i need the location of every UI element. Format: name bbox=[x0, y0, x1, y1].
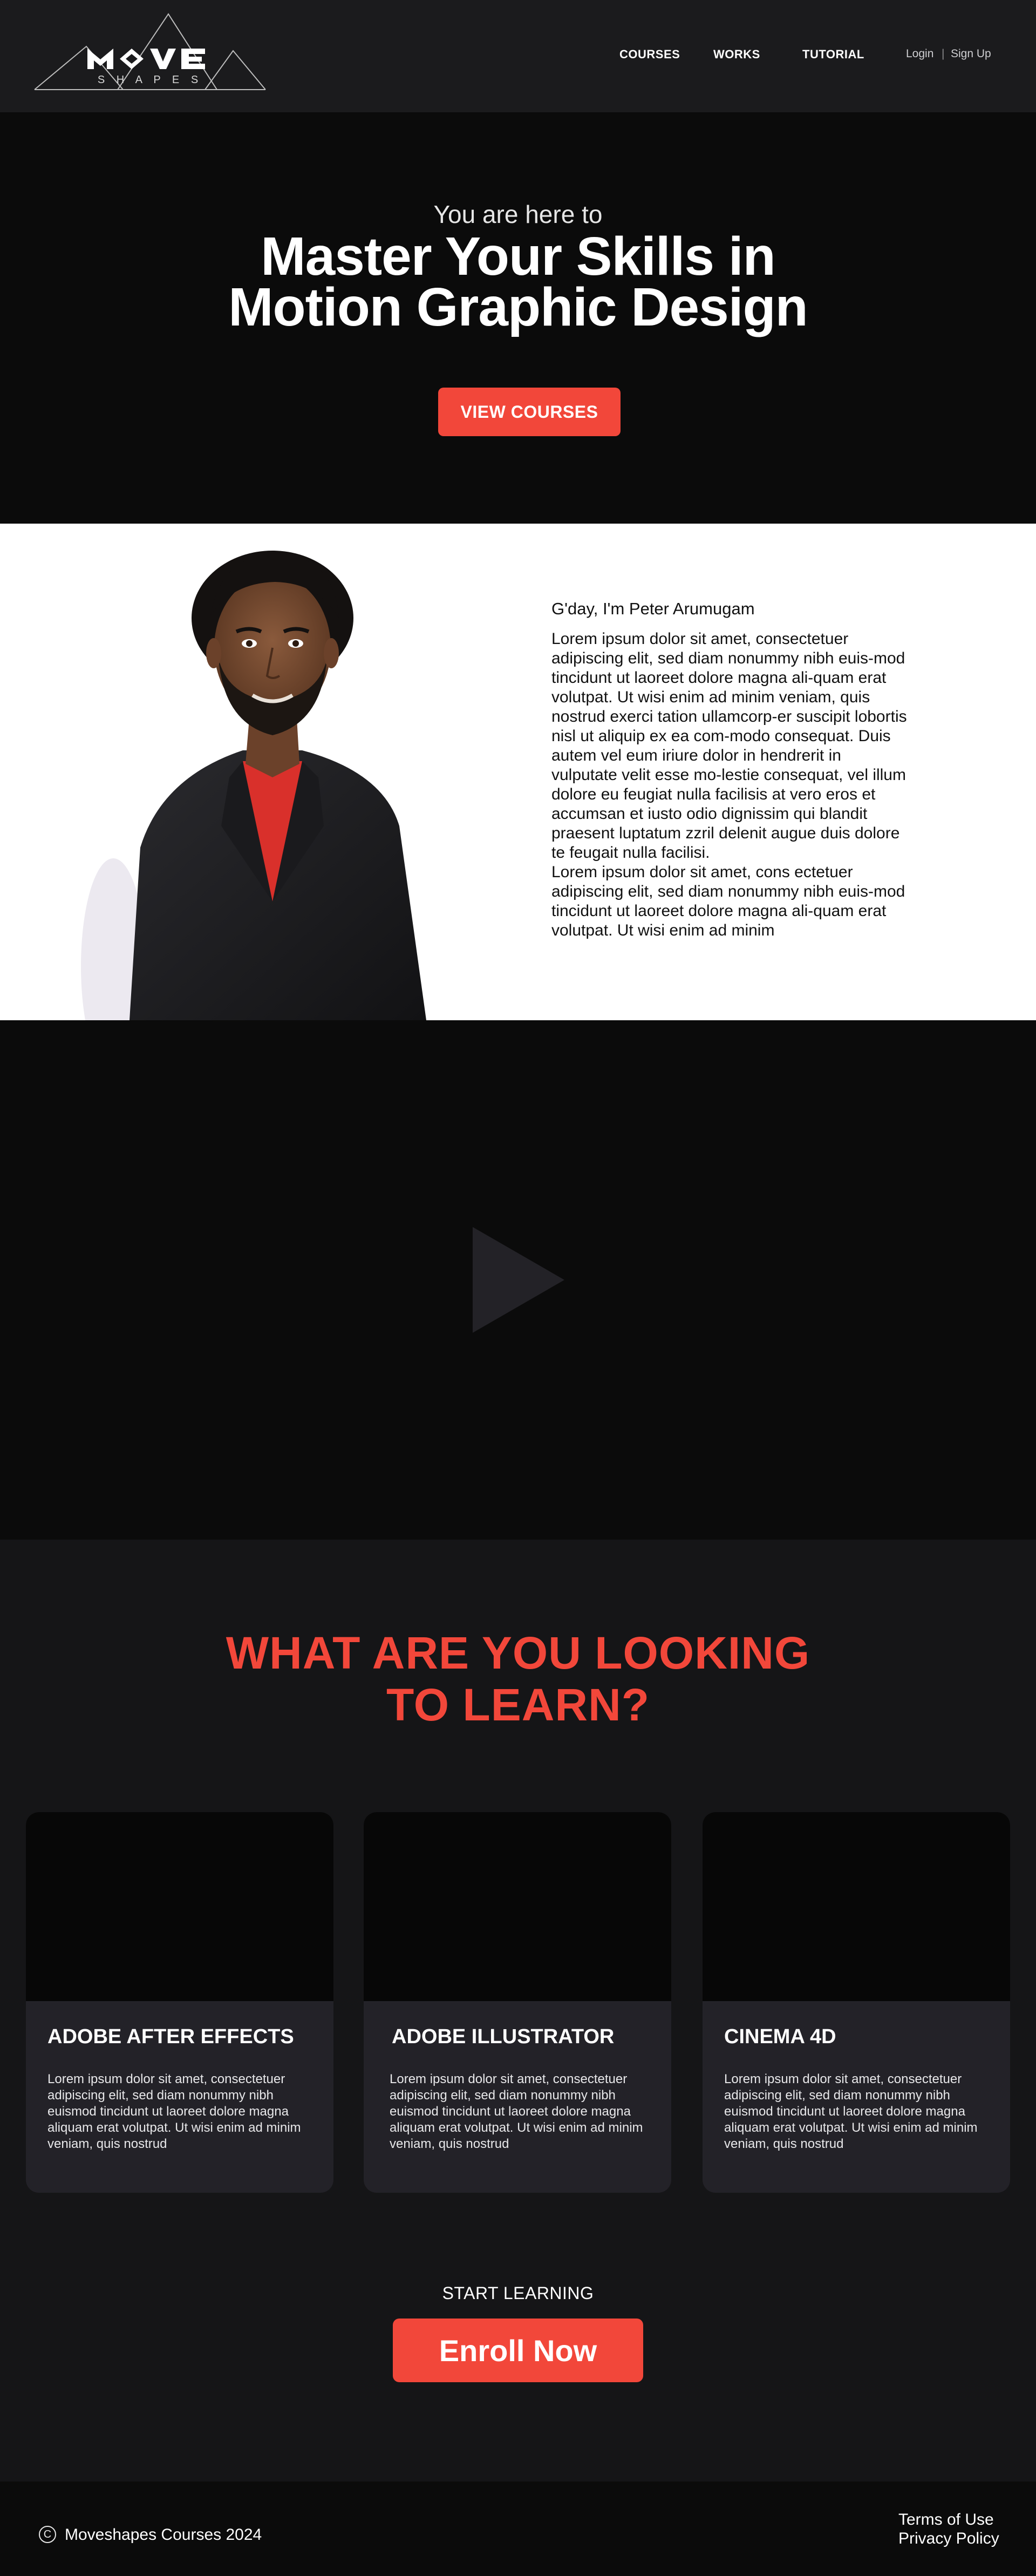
course-thumbnail bbox=[703, 1812, 1010, 2001]
site-footer: C Moveshapes Courses 2024 Terms of Use P… bbox=[0, 2482, 1036, 2576]
intro-video[interactable] bbox=[0, 1020, 1036, 1540]
course-thumbnail bbox=[364, 1812, 671, 2001]
nav-tutorial[interactable]: TUTORIAL bbox=[802, 48, 864, 62]
course-title: ADOBE AFTER EFFECTS bbox=[47, 2025, 294, 2048]
instructor-bio: Lorem ipsum dolor sit amet, consectetuer… bbox=[551, 629, 908, 940]
copyright-text: Moveshapes Courses 2024 bbox=[65, 2526, 262, 2544]
learn-heading-line-2: TO LEARN? bbox=[386, 1679, 650, 1730]
copyright-icon: C bbox=[39, 2526, 56, 2543]
course-thumbnail bbox=[26, 1812, 333, 2001]
learn-heading-line-1: WHAT ARE YOU LOOKING bbox=[226, 1628, 810, 1678]
auth-separator: | bbox=[942, 48, 945, 60]
hero-title: Master Your Skills in Motion Graphic Des… bbox=[0, 226, 1036, 337]
nav-courses[interactable]: COURSES bbox=[619, 48, 680, 62]
course-description: Lorem ipsum dolor sit amet, consectetuer… bbox=[724, 2072, 978, 2151]
course-description: Lorem ipsum dolor sit amet, consectetuer… bbox=[390, 2072, 643, 2151]
enroll-now-button[interactable]: Enroll Now bbox=[393, 2319, 643, 2382]
instructor-portrait bbox=[81, 551, 426, 1020]
logo-subtext: S H A P E S bbox=[98, 74, 202, 86]
play-icon[interactable] bbox=[473, 1227, 564, 1333]
hero-title-line-2: Motion Graphic Design bbox=[228, 277, 808, 337]
hero-section: You are here to Master Your Skills in Mo… bbox=[0, 112, 1036, 524]
course-card-illustrator[interactable]: ADOBE ILLUSTRATOR Lorem ipsum dolor sit … bbox=[364, 1812, 671, 2193]
instructor-greeting: G'day, I'm Peter Arumugam bbox=[551, 599, 755, 618]
login-link[interactable]: Login bbox=[906, 48, 933, 60]
nav-works[interactable]: WORKS bbox=[713, 48, 760, 62]
bio-paragraph-1: Lorem ipsum dolor sit amet, consectetuer… bbox=[551, 630, 907, 862]
move-shapes-logo[interactable]: S H A P E S bbox=[33, 13, 267, 92]
learn-section: WHAT ARE YOU LOOKING TO LEARN? ADOBE AFT… bbox=[0, 1540, 1036, 2482]
course-title: CINEMA 4D bbox=[724, 2025, 836, 2048]
learn-heading: WHAT ARE YOU LOOKING TO LEARN? bbox=[0, 1627, 1036, 1731]
course-title: ADOBE ILLUSTRATOR bbox=[392, 2025, 615, 2048]
bio-paragraph-2: Lorem ipsum dolor sit amet, cons ectetue… bbox=[551, 863, 905, 939]
hero-subtitle: You are here to bbox=[433, 200, 603, 228]
hero-title-line-1: Master Your Skills in bbox=[261, 226, 775, 287]
privacy-policy-link[interactable]: Privacy Policy bbox=[898, 2530, 999, 2548]
course-card-cinema-4d[interactable]: CINEMA 4D Lorem ipsum dolor sit amet, co… bbox=[703, 1812, 1010, 2193]
view-courses-button[interactable]: VIEW COURSES bbox=[438, 388, 621, 436]
signup-link[interactable]: Sign Up bbox=[951, 48, 991, 60]
course-description: Lorem ipsum dolor sit amet, consectetuer… bbox=[47, 2072, 301, 2151]
site-header: S H A P E S COURSES WORKS TUTORIAL Login… bbox=[0, 0, 1036, 112]
course-card-after-effects[interactable]: ADOBE AFTER EFFECTS Lorem ipsum dolor si… bbox=[26, 1812, 333, 2193]
about-section: G'day, I'm Peter Arumugam Lorem ipsum do… bbox=[0, 524, 1036, 1020]
terms-of-use-link[interactable]: Terms of Use bbox=[898, 2511, 994, 2529]
start-learning-label: START LEARNING bbox=[442, 2283, 594, 2303]
